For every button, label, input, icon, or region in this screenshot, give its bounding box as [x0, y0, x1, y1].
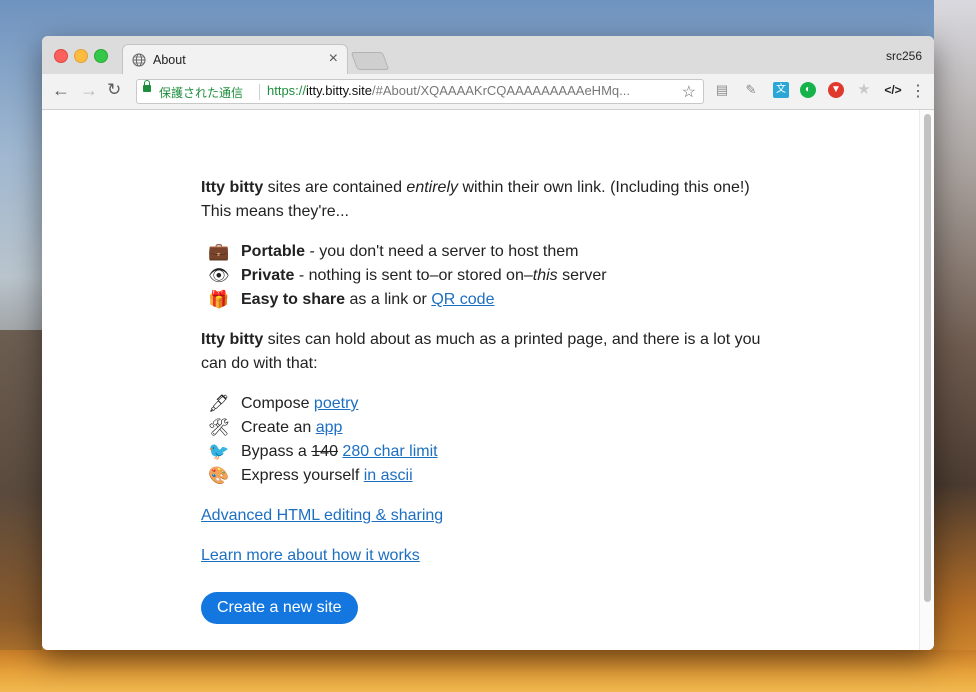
- learn-more-link[interactable]: Learn more about how it works: [201, 547, 420, 564]
- features-list: 💼 Portable - you don't need a server to h…: [201, 240, 761, 312]
- feature-text: as a link or: [345, 291, 432, 308]
- poetry-link[interactable]: poetry: [314, 395, 358, 412]
- feature-text: - nothing is sent to–or stored on–: [294, 267, 533, 284]
- url-scheme: https://: [267, 83, 307, 98]
- feature-bold: Private: [241, 267, 295, 284]
- browser-window: About × src256 ← → ↻ 保護された通信 https://itt…: [42, 36, 934, 650]
- feature-text: - you don't need a server to host them: [305, 243, 579, 260]
- tab-about[interactable]: About ×: [122, 44, 348, 75]
- new-tab-button[interactable]: [350, 52, 390, 70]
- address-separator: [259, 84, 260, 100]
- app-link[interactable]: app: [316, 419, 343, 436]
- window-minimize-button[interactable]: [74, 49, 88, 63]
- url-text[interactable]: https://itty.bitty.site/#About/XQAAAAKrC…: [267, 83, 630, 98]
- page-content: Itty bitty sites are contained entirely …: [42, 110, 920, 650]
- code-icon[interactable]: </>: [882, 82, 904, 98]
- feature-text: server: [557, 267, 607, 284]
- intro-paragraph: Itty bitty sites are contained entirely …: [201, 176, 761, 224]
- advanced-editing-link[interactable]: Advanced HTML editing & sharing: [201, 507, 443, 524]
- intro-emphasis: entirely: [406, 179, 458, 196]
- use-text: Express yourself: [241, 467, 364, 484]
- bird-icon: 🐦: [208, 442, 230, 461]
- translate-icon[interactable]: 文: [773, 82, 789, 98]
- feature-bold: Easy to share: [241, 291, 346, 308]
- back-arrow-icon[interactable]: ←: [52, 80, 70, 100]
- lock-icon: [143, 80, 151, 92]
- vertical-scrollbar[interactable]: [919, 110, 934, 650]
- pin-icon[interactable]: ✎: [743, 82, 759, 98]
- feature-emphasis: this: [532, 267, 558, 284]
- list-item: 🎨 Express yourself in ascii: [201, 464, 761, 488]
- window-close-button[interactable]: [54, 49, 68, 63]
- list-item: 💼 Portable - you don't need a server to h…: [201, 240, 761, 264]
- list-item: 👁 Private - nothing is sent to–or stored …: [201, 264, 761, 288]
- briefcase-icon: 💼: [208, 242, 230, 261]
- feature-bold: Portable: [241, 243, 306, 260]
- desktop-wallpaper-bottom: [0, 650, 976, 692]
- intro-text-1: sites are contained: [263, 179, 407, 196]
- learn-line: Learn more about how it works: [201, 544, 761, 568]
- palette-icon: 🎨: [208, 466, 230, 485]
- uses-list: 🖋 Compose poetry 🛠 Create an app 🐦 Bypass a…: [201, 392, 761, 488]
- eye-icon: 👁: [208, 266, 230, 285]
- intro-bold: Itty bitty: [201, 179, 264, 196]
- use-text: Bypass a: [241, 443, 312, 460]
- secure-connection-label[interactable]: 保護された通信: [159, 84, 243, 101]
- reload-icon[interactable]: ↻: [107, 80, 121, 100]
- scrollbar-thumb[interactable]: [924, 114, 931, 602]
- advanced-line: Advanced HTML editing & sharing: [201, 504, 761, 528]
- capacity-bold: Itty bitty: [201, 331, 264, 348]
- forward-arrow-icon[interactable]: →: [80, 80, 98, 100]
- url-path: /#About/XQAAAAKrCQAAAAAAAAAeHMq...: [372, 83, 630, 98]
- list-item: 🛠 Create an app: [201, 416, 761, 440]
- more-menu-icon[interactable]: ⋮: [910, 81, 926, 101]
- struck-number: 140: [311, 443, 338, 460]
- capacity-text: sites can hold about as much as a printe…: [201, 331, 761, 372]
- star-extension-icon[interactable]: ★: [856, 82, 872, 98]
- tab-strip: About × src256: [42, 36, 934, 75]
- char-limit-link[interactable]: 280 char limit: [342, 443, 437, 460]
- use-text: Compose: [241, 395, 314, 412]
- desktop-wallpaper-left: [0, 330, 42, 692]
- list-item: 🎁 Easy to share as a link or QR code: [201, 288, 761, 312]
- globe-icon: [132, 53, 146, 67]
- create-new-site-button[interactable]: Create a new site: [201, 592, 358, 624]
- profile-name[interactable]: src256: [886, 49, 922, 63]
- list-item: 🐦 Bypass a 140 280 char limit: [201, 440, 761, 464]
- address-bar[interactable]: 保護された通信 https://itty.bitty.site/#About/X…: [136, 79, 704, 104]
- browser-toolbar: ← → ↻ 保護された通信 https://itty.bitty.site/#A…: [42, 74, 934, 110]
- tools-icon: 🛠: [208, 418, 230, 437]
- bookmark-star-icon[interactable]: ☆: [682, 82, 696, 102]
- tab-title: About: [153, 53, 186, 67]
- list-item: 🖋 Compose poetry: [201, 392, 761, 416]
- window-maximize-button[interactable]: [94, 49, 108, 63]
- use-text: Create an: [241, 419, 316, 436]
- vivaldi-icon[interactable]: ▼: [828, 82, 844, 98]
- qr-code-link[interactable]: QR code: [431, 291, 494, 308]
- capacity-paragraph: Itty bitty sites can hold about as much …: [201, 328, 761, 376]
- pen-icon: 🖋: [208, 394, 230, 413]
- url-host: itty.bitty.site: [306, 83, 373, 98]
- gift-icon: 🎁: [208, 290, 230, 309]
- ascii-link[interactable]: in ascii: [364, 467, 413, 484]
- about-article: Itty bitty sites are contained entirely …: [201, 176, 761, 624]
- close-tab-icon[interactable]: ×: [329, 50, 338, 68]
- document-icon[interactable]: ▤: [714, 82, 730, 98]
- desktop-wallpaper-right: [934, 0, 976, 692]
- tracker-icon[interactable]: ◐: [800, 82, 816, 98]
